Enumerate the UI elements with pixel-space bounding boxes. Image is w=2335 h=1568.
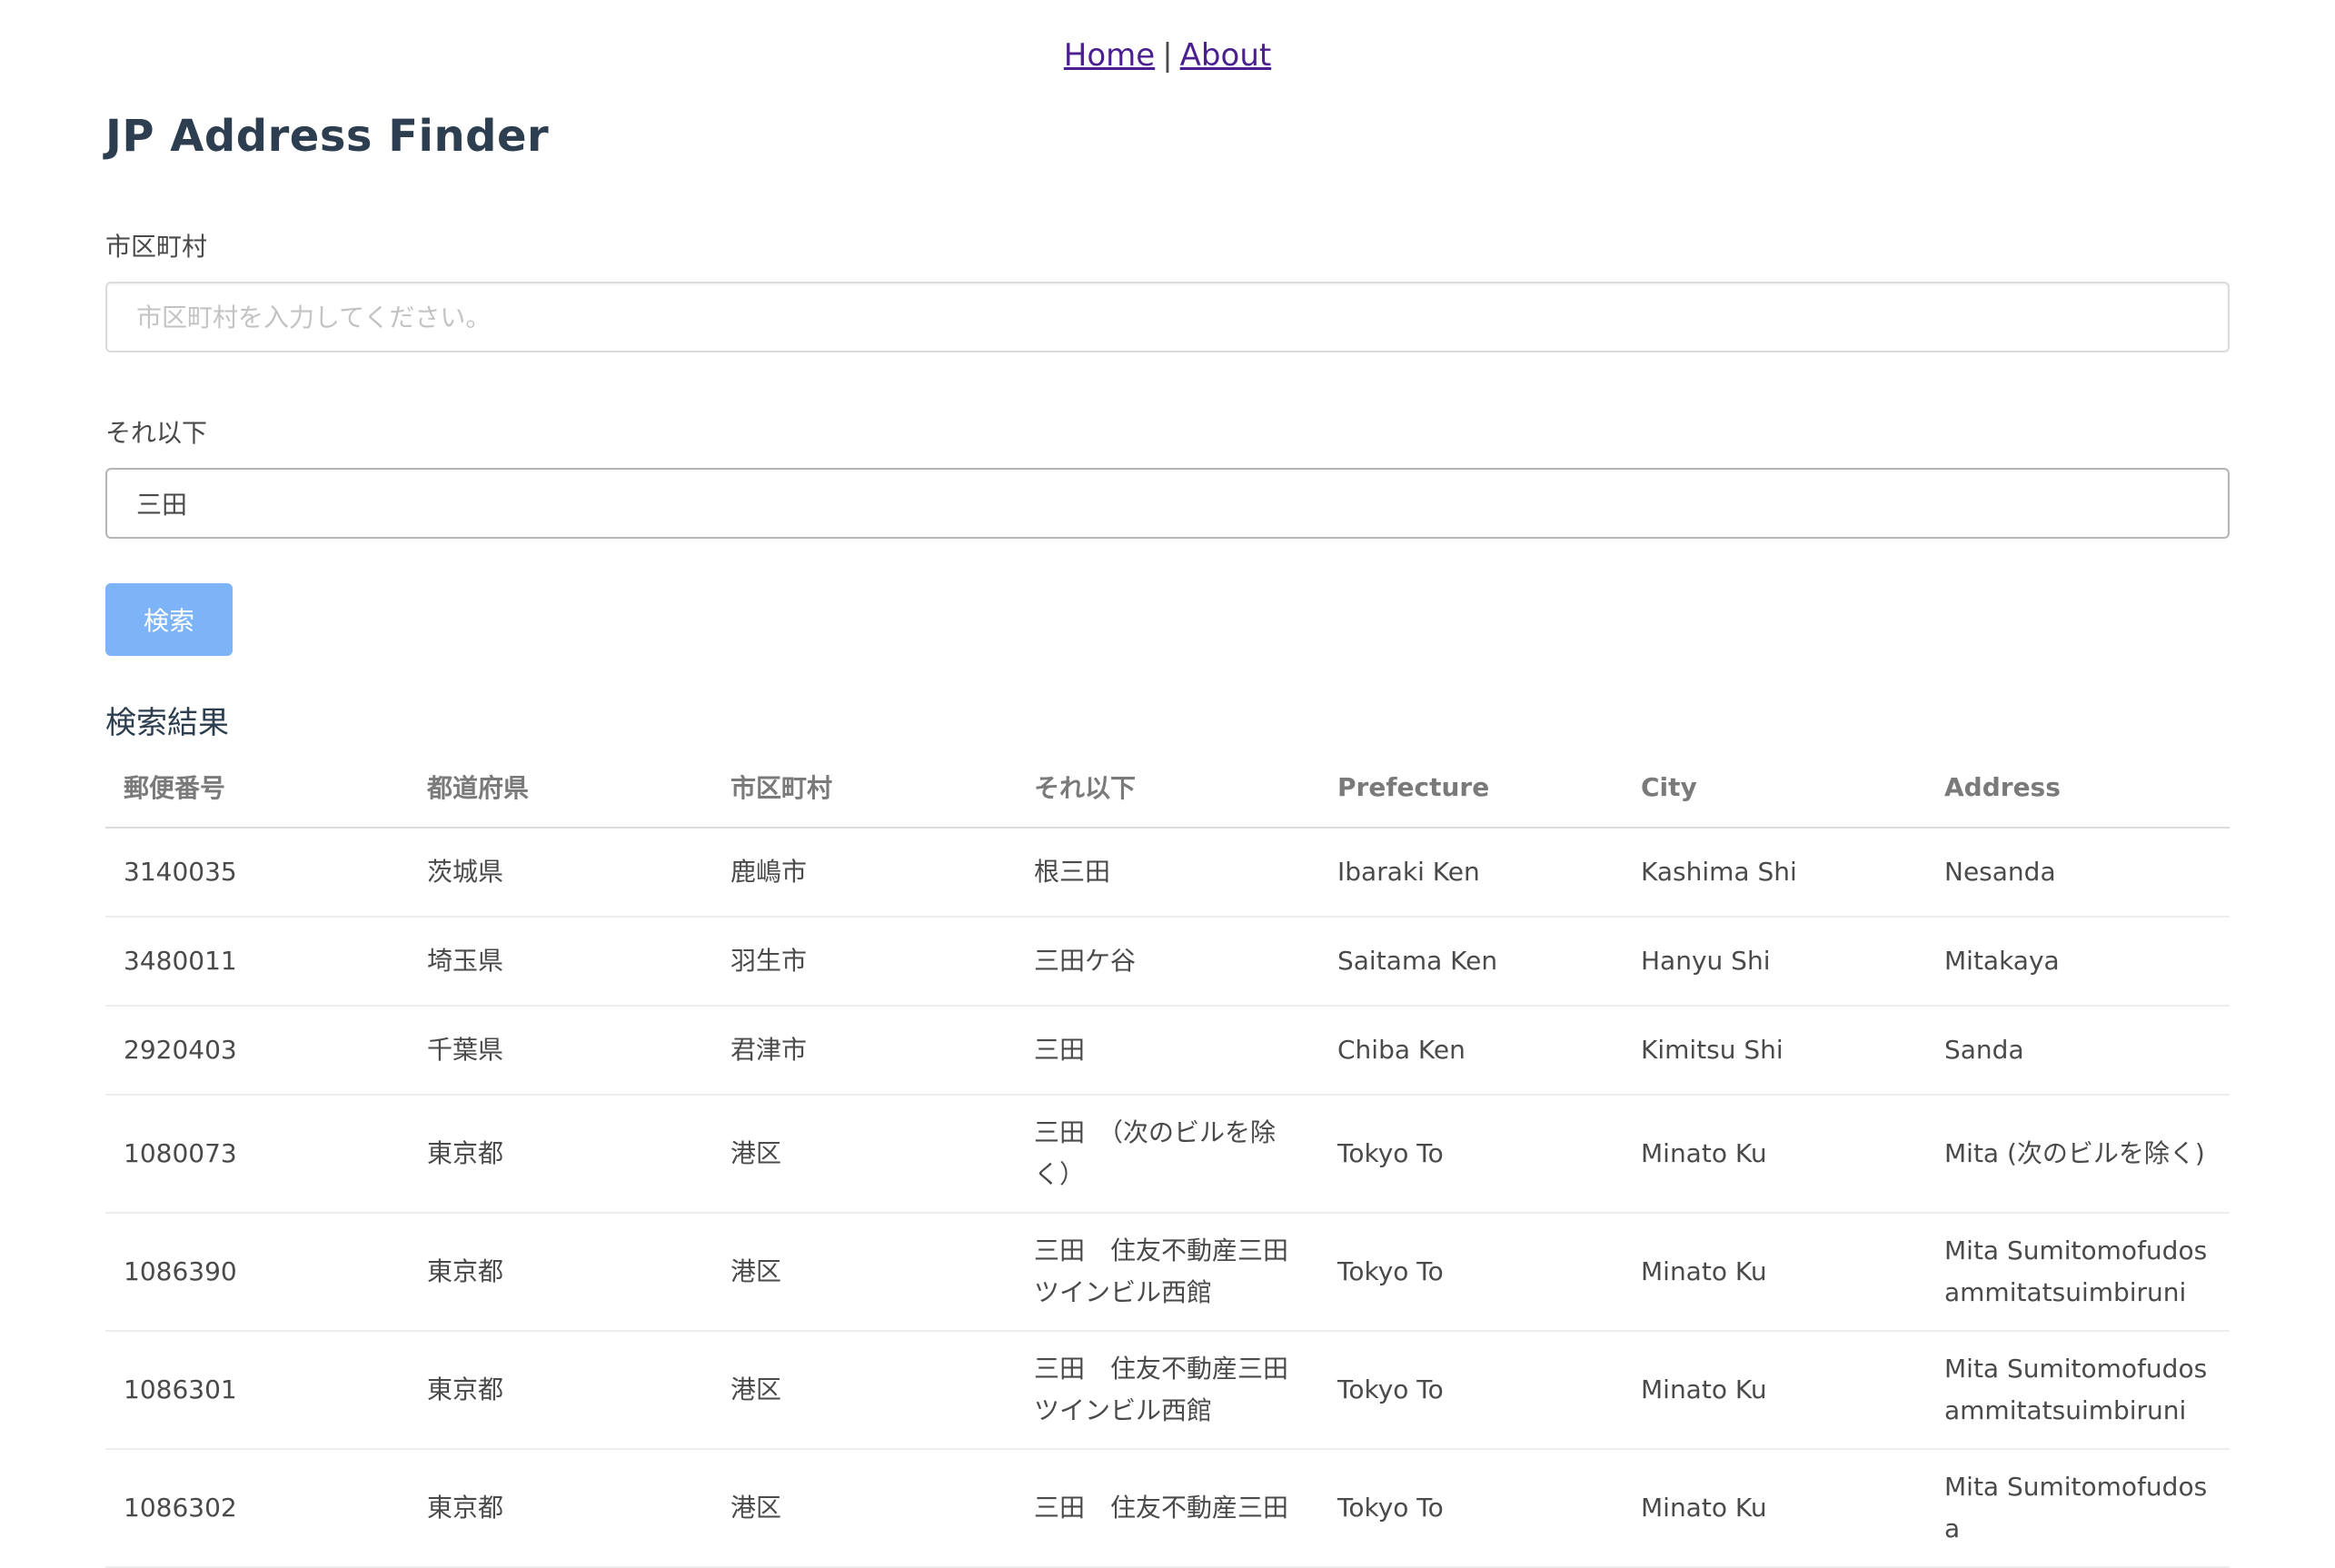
cell-below-jp: 三田 住友不動産三田ツインビル西館	[1016, 1213, 1319, 1332]
cell-city: Minato Ku	[1623, 1331, 1926, 1450]
nav-about-link[interactable]: About	[1180, 37, 1272, 74]
results-title: 検索結果	[105, 705, 229, 741]
cell-address: Mita Sumitomofudosammitatsuimbiruni	[1926, 1331, 2230, 1450]
cell-prefecture-jp: 茨城県	[409, 828, 712, 918]
column-header-city-jp: 市区町村	[712, 747, 1016, 829]
cell-prefecture: Chiba Ken	[1319, 1006, 1623, 1096]
cell-prefecture-jp: 東京都	[409, 1331, 712, 1450]
cell-below-jp: 三田ケ谷	[1016, 917, 1319, 1007]
cell-city-jp: 鹿嶋市	[712, 828, 1016, 918]
column-header-prefecture: Prefecture	[1319, 747, 1623, 829]
cell-address: Mitakaya	[1926, 917, 2230, 1007]
column-header-address: Address	[1926, 747, 2230, 829]
cell-prefecture-jp: 千葉県	[409, 1006, 712, 1096]
cell-city: Minato Ku	[1623, 1213, 1926, 1332]
column-header-prefecture-jp: 都道府県	[409, 747, 712, 829]
cell-city: Kimitsu Shi	[1623, 1006, 1926, 1096]
cell-city-jp: 港区	[712, 1213, 1016, 1332]
cell-below-jp: 三田 （次のビルを除く）	[1016, 1095, 1319, 1214]
cell-city-jp: 羽生市	[712, 917, 1016, 1007]
cell-city: Minato Ku	[1623, 1095, 1926, 1214]
nav-separator: |	[1162, 37, 1173, 74]
top-nav: Home | About	[0, 33, 2335, 78]
table-row: 1086301 東京都 港区 三田 住友不動産三田ツインビル西館 Tokyo T…	[105, 1331, 2230, 1450]
below-input[interactable]	[105, 468, 2230, 539]
cell-city-jp: 港区	[712, 1449, 1016, 1568]
cell-below-jp: 三田 住友不動産三田ツインビル西館	[1016, 1331, 1319, 1450]
table-row: 1086302 東京都 港区 三田 住友不動産三田 Tokyo To Minat…	[105, 1449, 2230, 1568]
cell-postal-code: 3480011	[105, 917, 409, 1007]
cell-postal-code: 1086390	[105, 1213, 409, 1332]
cell-city-jp: 港区	[712, 1331, 1016, 1450]
table-row: 1080073 東京都 港区 三田 （次のビルを除く） Tokyo To Min…	[105, 1095, 2230, 1214]
cell-city: Hanyu Shi	[1623, 917, 1926, 1007]
cell-address: Sanda	[1926, 1006, 2230, 1096]
cell-city-jp: 港区	[712, 1095, 1016, 1214]
cell-city-jp: 君津市	[712, 1006, 1016, 1096]
cell-city: Minato Ku	[1623, 1449, 1926, 1568]
city-input[interactable]	[105, 282, 2230, 352]
below-label: それ以下	[105, 418, 208, 448]
table-row: 3480011 埼玉県 羽生市 三田ケ谷 Saitama Ken Hanyu S…	[105, 917, 2230, 1007]
cell-prefecture: Tokyo To	[1319, 1213, 1623, 1332]
cell-prefecture: Ibaraki Ken	[1319, 828, 1623, 918]
cell-postal-code: 2920403	[105, 1006, 409, 1096]
cell-address: Nesanda	[1926, 828, 2230, 918]
cell-postal-code: 1080073	[105, 1095, 409, 1214]
table-row: 3140035 茨城県 鹿嶋市 根三田 Ibaraki Ken Kashima …	[105, 828, 2230, 918]
page-title: JP Address Finder	[105, 111, 550, 162]
city-label: 市区町村	[105, 232, 208, 262]
cell-below-jp: 三田	[1016, 1006, 1319, 1096]
cell-below-jp: 三田 住友不動産三田	[1016, 1449, 1319, 1568]
search-button[interactable]: 検索	[105, 583, 233, 656]
column-header-postal-code: 郵便番号	[105, 747, 409, 829]
cell-address: Mita Sumitomofudosammitatsuimbiruni	[1926, 1213, 2230, 1332]
cell-address: Mita (次のビルを除く)	[1926, 1095, 2230, 1214]
cell-prefecture: Tokyo To	[1319, 1449, 1623, 1568]
table-header-row: 郵便番号 都道府県 市区町村 それ以下 Prefecture City Addr…	[105, 747, 2230, 829]
results-table: 郵便番号 都道府県 市区町村 それ以下 Prefecture City Addr…	[105, 747, 2230, 1568]
table-row: 1086390 東京都 港区 三田 住友不動産三田ツインビル西館 Tokyo T…	[105, 1213, 2230, 1332]
cell-prefecture: Tokyo To	[1319, 1331, 1623, 1450]
cell-prefecture-jp: 東京都	[409, 1449, 712, 1568]
table-row: 2920403 千葉県 君津市 三田 Chiba Ken Kimitsu Shi…	[105, 1006, 2230, 1096]
column-header-below-jp: それ以下	[1016, 747, 1319, 829]
cell-postal-code: 1086301	[105, 1331, 409, 1450]
cell-prefecture: Tokyo To	[1319, 1095, 1623, 1214]
cell-prefecture-jp: 東京都	[409, 1095, 712, 1214]
cell-prefecture-jp: 東京都	[409, 1213, 712, 1332]
cell-address: Mita Sumitomofudosa	[1926, 1449, 2230, 1568]
cell-postal-code: 1086302	[105, 1449, 409, 1568]
cell-below-jp: 根三田	[1016, 828, 1319, 918]
column-header-city: City	[1623, 747, 1926, 829]
cell-prefecture: Saitama Ken	[1319, 917, 1623, 1007]
cell-postal-code: 3140035	[105, 828, 409, 918]
cell-prefecture-jp: 埼玉県	[409, 917, 712, 1007]
cell-city: Kashima Shi	[1623, 828, 1926, 918]
nav-home-link[interactable]: Home	[1064, 37, 1155, 74]
